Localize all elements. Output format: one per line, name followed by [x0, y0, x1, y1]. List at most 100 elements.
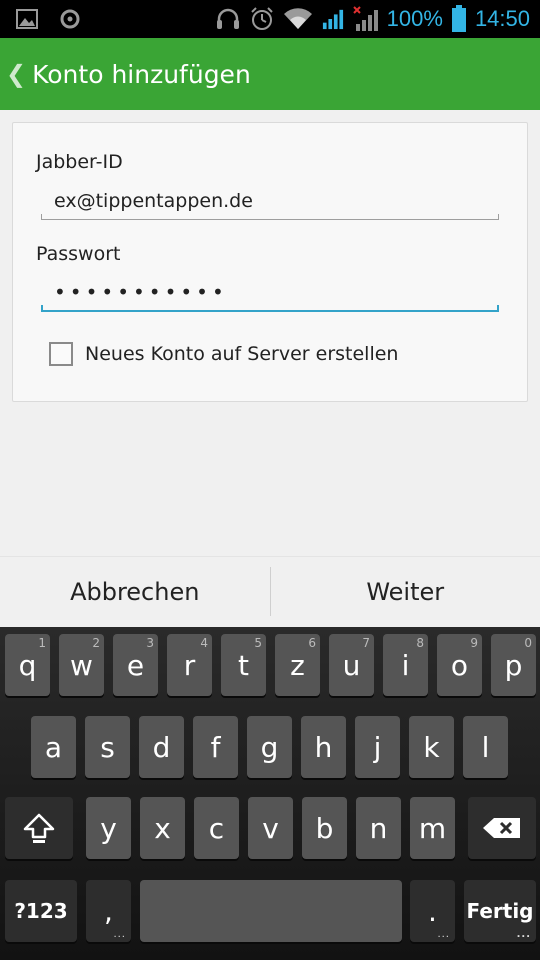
key-label: h [314, 730, 333, 764]
key-o[interactable]: o9 [437, 634, 482, 696]
password-label: Passwort [36, 243, 121, 265]
key-label: o [450, 648, 469, 682]
key-number-hint: 8 [416, 636, 424, 650]
key-label: j [373, 730, 382, 764]
more-keys-hint: ... [113, 929, 126, 940]
comma-key-label: , [104, 894, 113, 928]
key-label: b [315, 811, 334, 845]
create-account-label: Neues Konto auf Server erstellen [85, 343, 399, 365]
key-b[interactable]: b [302, 797, 347, 859]
key-label: i [401, 648, 410, 682]
key-p[interactable]: p0 [491, 634, 536, 696]
clock: 14:50 [474, 6, 530, 31]
key-label: d [152, 730, 171, 764]
key-number-hint: 0 [524, 636, 532, 650]
key-number-hint: 6 [308, 636, 316, 650]
dialog-button-bar: Abbrechen Weiter [0, 556, 540, 626]
backspace-key[interactable] [468, 797, 536, 859]
key-number-hint: 1 [38, 636, 46, 650]
more-keys-hint: ... [516, 929, 531, 940]
key-c[interactable]: c [194, 797, 239, 859]
key-y[interactable]: y [86, 797, 131, 859]
key-u[interactable]: u7 [329, 634, 374, 696]
symbols-key[interactable]: ?123 [5, 880, 77, 942]
key-number-hint: 4 [200, 636, 208, 650]
password-field[interactable]: ••••••••••• [41, 274, 499, 312]
key-a[interactable]: a [31, 716, 76, 778]
key-g[interactable]: g [247, 716, 292, 778]
key-label: k [423, 730, 440, 764]
key-label: f [210, 730, 221, 764]
key-label: u [342, 648, 361, 682]
key-label: n [369, 811, 388, 845]
field-underline-tick [497, 305, 499, 312]
key-i[interactable]: i8 [383, 634, 428, 696]
signal-no-service-icon [352, 6, 378, 31]
space-key[interactable] [140, 880, 402, 942]
status-bar: 100% 14:50 [0, 0, 540, 38]
key-j[interactable]: j [355, 716, 400, 778]
more-keys-hint: ... [437, 929, 450, 940]
key-number-hint: 2 [92, 636, 100, 650]
account-form-card: Jabber-ID ex@tippentappen.de Passwort ••… [12, 122, 528, 402]
field-underline-tick [41, 305, 43, 312]
key-e[interactable]: e3 [113, 634, 158, 696]
key-v[interactable]: v [248, 797, 293, 859]
key-k[interactable]: k [409, 716, 454, 778]
comma-key[interactable]: , ... [86, 880, 131, 942]
signal-icon [322, 9, 343, 30]
key-label: r [183, 648, 196, 682]
key-w[interactable]: w2 [59, 634, 104, 696]
key-q[interactable]: q1 [5, 634, 50, 696]
key-z[interactable]: z6 [275, 634, 320, 696]
circle-record-icon [60, 9, 80, 29]
key-label: v [262, 811, 279, 845]
password-mask: ••••••••••• [54, 280, 228, 304]
key-label: t [238, 648, 249, 682]
key-label: s [100, 730, 115, 764]
wifi-icon [283, 8, 312, 30]
soft-keyboard: q1w2e3r4t5z6u7i8o9p0 asdfghjkl yxcvbnm ?… [0, 627, 540, 960]
key-t[interactable]: t5 [221, 634, 266, 696]
key-h[interactable]: h [301, 716, 346, 778]
key-label: e [126, 648, 145, 682]
create-account-checkbox[interactable] [49, 342, 73, 366]
period-key-label: . [428, 894, 437, 928]
key-l[interactable]: l [463, 716, 508, 778]
key-number-hint: 7 [362, 636, 370, 650]
key-label: x [154, 811, 171, 845]
done-key[interactable]: Fertig ... [464, 880, 536, 942]
jabber-id-label: Jabber-ID [36, 151, 123, 173]
shift-key[interactable] [5, 797, 73, 859]
key-d[interactable]: d [139, 716, 184, 778]
key-label: q [18, 648, 37, 682]
period-key[interactable]: . ... [410, 880, 455, 942]
create-account-checkbox-row[interactable]: Neues Konto auf Server erstellen [49, 342, 398, 366]
alarm-icon [250, 7, 273, 30]
key-number-hint: 5 [254, 636, 262, 650]
action-bar[interactable]: ❮ Konto hinzufügen [0, 38, 540, 110]
field-underline-tick [41, 214, 42, 220]
cancel-button[interactable]: Abbrechen [0, 557, 270, 626]
key-f[interactable]: f [193, 716, 238, 778]
key-number-hint: 9 [470, 636, 478, 650]
key-label: l [481, 730, 490, 764]
shift-icon [23, 813, 55, 843]
image-icon [16, 9, 38, 29]
key-label: z [290, 648, 305, 682]
key-r[interactable]: r4 [167, 634, 212, 696]
next-button[interactable]: Weiter [271, 557, 540, 626]
key-n[interactable]: n [356, 797, 401, 859]
jabber-id-field[interactable]: ex@tippentappen.de [41, 182, 499, 220]
key-label: p [504, 648, 523, 682]
key-m[interactable]: m [410, 797, 455, 859]
key-label: g [260, 730, 279, 764]
headset-icon [216, 8, 239, 29]
key-s[interactable]: s [85, 716, 130, 778]
key-x[interactable]: x [140, 797, 185, 859]
key-label: y [100, 811, 117, 845]
key-label: m [418, 811, 447, 845]
chevron-left-icon[interactable]: ❮ [6, 62, 26, 86]
battery-percent: 100% [386, 6, 443, 31]
key-label: a [44, 730, 63, 764]
